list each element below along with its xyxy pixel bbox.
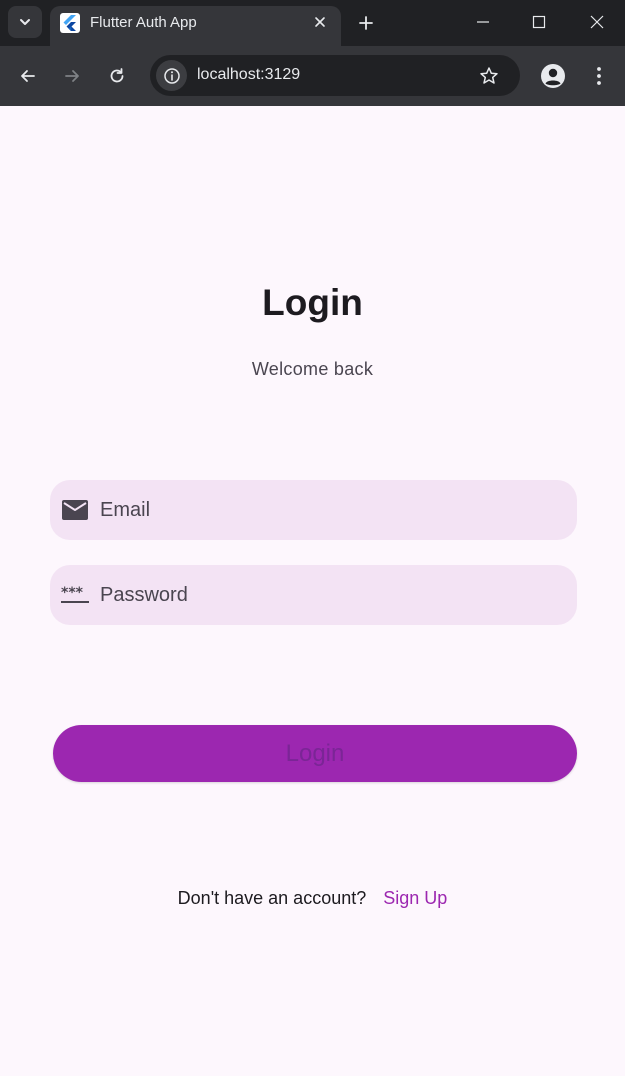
mail-icon — [61, 498, 89, 522]
chevron-down-icon — [20, 19, 30, 25]
profile-button[interactable] — [537, 60, 569, 92]
email-field[interactable] — [50, 480, 577, 540]
maximize-icon — [532, 15, 546, 29]
star-icon — [480, 67, 498, 84]
back-button[interactable] — [12, 60, 44, 92]
signup-link[interactable]: Sign Up — [383, 888, 447, 908]
browser-toolbar: localhost:3129 — [0, 46, 625, 106]
close-window-button[interactable] — [577, 6, 617, 38]
login-button[interactable]: Login — [53, 725, 577, 782]
maximize-button[interactable] — [519, 6, 559, 38]
arrow-right-icon — [65, 70, 79, 82]
new-tab-button[interactable] — [352, 9, 380, 37]
reload-button[interactable] — [101, 60, 133, 92]
close-icon — [315, 17, 325, 27]
password-input[interactable] — [100, 565, 560, 625]
site-info-button[interactable] — [156, 60, 187, 91]
minimize-button[interactable] — [463, 6, 503, 38]
password-field[interactable]: *** — [50, 565, 577, 625]
login-page: Login Welcome back *** Login Don't have … — [0, 106, 625, 1076]
info-icon — [163, 67, 180, 84]
email-input[interactable] — [100, 480, 560, 540]
browser-menu-button[interactable] — [583, 60, 615, 92]
address-bar[interactable]: localhost:3129 — [150, 55, 520, 96]
minimize-icon — [477, 21, 489, 23]
tab-search-button[interactable] — [8, 6, 42, 38]
signup-row: Don't have an account? Sign Up — [0, 888, 625, 909]
svg-text:***: *** — [61, 585, 84, 601]
bookmark-button[interactable] — [476, 63, 502, 89]
arrow-left-icon — [21, 70, 35, 82]
profile-icon — [541, 64, 565, 88]
close-tab-button[interactable] — [310, 12, 330, 32]
page-subtitle: Welcome back — [251, 359, 374, 379]
reload-icon — [110, 68, 124, 83]
kebab-menu-icon — [597, 67, 601, 85]
close-icon — [590, 15, 604, 29]
signup-prompt: Don't have an account? — [177, 888, 367, 908]
url-text[interactable]: localhost:3129 — [197, 66, 300, 84]
password-icon: *** — [61, 583, 89, 607]
tab-title: Flutter Auth App — [90, 14, 197, 31]
browser-tab[interactable]: Flutter Auth App — [50, 6, 341, 46]
plus-icon — [359, 16, 373, 30]
page-title: Login — [262, 282, 363, 323]
flutter-logo-icon — [60, 13, 80, 33]
forward-button[interactable] — [56, 60, 88, 92]
browser-tab-bar: Flutter Auth App — [0, 0, 625, 46]
